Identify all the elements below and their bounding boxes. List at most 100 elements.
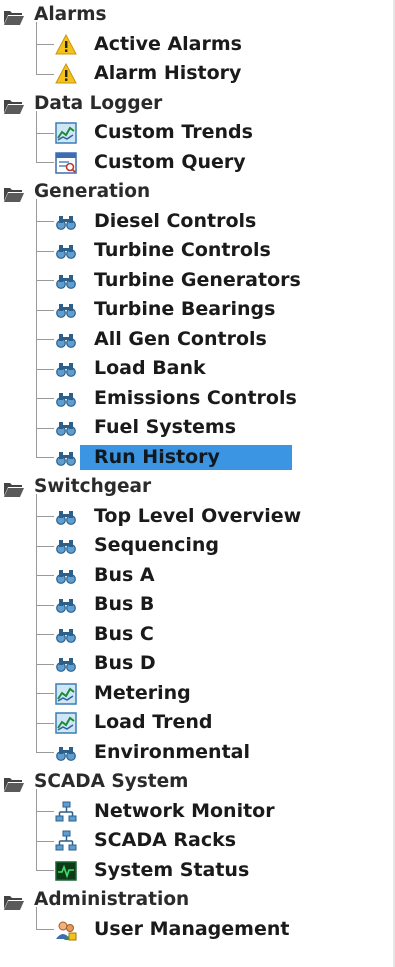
tree-item-bus-a[interactable]: Bus A	[0, 561, 393, 591]
tree-branch-line	[36, 634, 54, 636]
binoculars-icon	[55, 329, 77, 351]
tree-connector-line	[36, 789, 37, 871]
tree-branch-line	[36, 516, 54, 518]
binoculars-icon	[55, 299, 77, 321]
tree-group-scada-system[interactable]: SCADA System	[0, 767, 393, 797]
tree-group-label: Data Logger	[34, 92, 163, 114]
tree-item-system-status[interactable]: System Status	[0, 856, 393, 886]
tree-branch-line	[36, 73, 54, 75]
tree-branch-line	[36, 427, 54, 429]
tree-item-label: Run History	[94, 445, 220, 468]
trend-chart-icon	[55, 712, 77, 734]
tree-group-label: Switchgear	[34, 476, 152, 497]
binoculars-icon	[55, 388, 77, 410]
tree-group-data-logger[interactable]: Data Logger	[0, 89, 393, 119]
binoculars-icon	[55, 565, 77, 587]
tree-item-label: Turbine Bearings	[94, 298, 276, 320]
tree-branch-line	[36, 663, 54, 665]
tree-item-label: Load Bank	[94, 357, 206, 379]
tree-item-label: Top Level Overview	[94, 504, 302, 527]
tree-item-fuel-systems[interactable]: Fuel Systems	[0, 413, 393, 443]
tree-item-label: Fuel Systems	[94, 416, 237, 438]
network-icon	[55, 830, 77, 852]
binoculars-icon	[55, 535, 77, 557]
tree-item-turbine-generators[interactable]: Turbine Generators	[0, 266, 393, 296]
tree-branch-line	[36, 545, 54, 547]
binoculars-icon	[55, 624, 77, 646]
tree-branch-line	[36, 722, 54, 724]
tree-branch-line	[36, 309, 54, 311]
tree-item-custom-query[interactable]: Custom Query	[0, 148, 393, 178]
tree-item-turbine-bearings[interactable]: Turbine Bearings	[0, 295, 393, 325]
tree-branch-line	[36, 44, 54, 46]
tree-connector-line	[36, 110, 37, 163]
warning-icon	[55, 62, 77, 85]
folder-icon	[3, 478, 25, 497]
tree-item-bus-b[interactable]: Bus B	[0, 590, 393, 620]
tree-item-label: Alarm History	[94, 62, 242, 84]
binoculars-icon	[55, 358, 77, 380]
tree-item-bus-c[interactable]: Bus C	[0, 620, 393, 650]
tree-item-sequencing[interactable]: Sequencing	[0, 531, 393, 561]
tree-group-label: SCADA System	[34, 771, 189, 792]
tree-item-load-trend[interactable]: Load Trend	[0, 708, 393, 738]
tree-branch-line	[36, 929, 54, 931]
tree-item-network-monitor[interactable]: Network Monitor	[0, 797, 393, 827]
tree-connector-line	[36, 907, 37, 930]
tree-item-label: User Management	[94, 917, 290, 940]
tree-item-label: Bus D	[94, 652, 156, 674]
users-icon	[55, 919, 77, 941]
tree-connector-line	[36, 199, 37, 458]
tree-item-active-alarms[interactable]: Active Alarms	[0, 30, 393, 60]
tree-item-run-history[interactable]: Run History	[0, 443, 393, 473]
tree-item-top-level-overview[interactable]: Top Level Overview	[0, 502, 393, 532]
trend-chart-icon	[55, 682, 77, 705]
tree-item-scada-racks[interactable]: SCADA Racks	[0, 826, 393, 856]
tree-branch-line	[36, 693, 54, 695]
folder-icon	[3, 95, 25, 114]
tree-group-generation[interactable]: Generation	[0, 177, 393, 207]
tree-branch-line	[36, 811, 54, 813]
tree-branch-line	[36, 132, 54, 134]
tree-branch-line	[36, 221, 54, 223]
tree-item-load-bank[interactable]: Load Bank	[0, 354, 393, 384]
query-window-icon	[55, 151, 77, 174]
binoculars-icon	[55, 594, 77, 616]
tree-item-label: Turbine Controls	[94, 239, 271, 261]
tree-item-bus-d[interactable]: Bus D	[0, 649, 393, 679]
network-icon	[55, 801, 77, 823]
tree-item-label: Bus C	[94, 622, 154, 645]
tree-branch-line	[36, 398, 54, 400]
binoculars-icon	[55, 653, 77, 675]
tree-item-label: Bus A	[94, 563, 155, 586]
tree-item-environmental[interactable]: Environmental	[0, 738, 393, 768]
tree-item-label: System Status	[94, 858, 250, 881]
tree-group-alarms[interactable]: Alarms	[0, 0, 393, 30]
tree-item-label: Bus B	[94, 593, 155, 615]
tree-branch-line	[36, 752, 54, 754]
tree-item-user-management[interactable]: User Management	[0, 915, 393, 945]
tree-item-diesel-controls[interactable]: Diesel Controls	[0, 207, 393, 237]
tree-item-alarm-history[interactable]: Alarm History	[0, 59, 393, 89]
tree-branch-line	[36, 870, 54, 872]
tree-branch-line	[36, 280, 54, 282]
tree-group-label: Administration	[34, 889, 190, 910]
tree-group-administration[interactable]: Administration	[0, 885, 393, 915]
tree-item-label: Turbine Generators	[94, 268, 301, 291]
binoculars-icon	[55, 742, 77, 764]
navigation-panel: Alarms Active Alarms Alarm History Data …	[0, 0, 395, 967]
tree-item-custom-trends[interactable]: Custom Trends	[0, 118, 393, 148]
tree-branch-line	[36, 457, 54, 459]
tree-item-label: Sequencing	[94, 534, 220, 556]
binoculars-icon	[55, 240, 77, 262]
tree-item-label: Load Trend	[94, 711, 213, 733]
tree-group-switchgear[interactable]: Switchgear	[0, 472, 393, 502]
tree-item-metering[interactable]: Metering	[0, 679, 393, 709]
tree-item-all-gen-controls[interactable]: All Gen Controls	[0, 325, 393, 355]
tree-item-emissions-controls[interactable]: Emissions Controls	[0, 384, 393, 414]
tree-branch-line	[36, 250, 54, 252]
tree-item-turbine-controls[interactable]: Turbine Controls	[0, 236, 393, 266]
status-monitor-icon	[55, 860, 77, 882]
tree-group-label: Alarms	[34, 4, 107, 25]
tree-branch-line	[36, 339, 54, 341]
